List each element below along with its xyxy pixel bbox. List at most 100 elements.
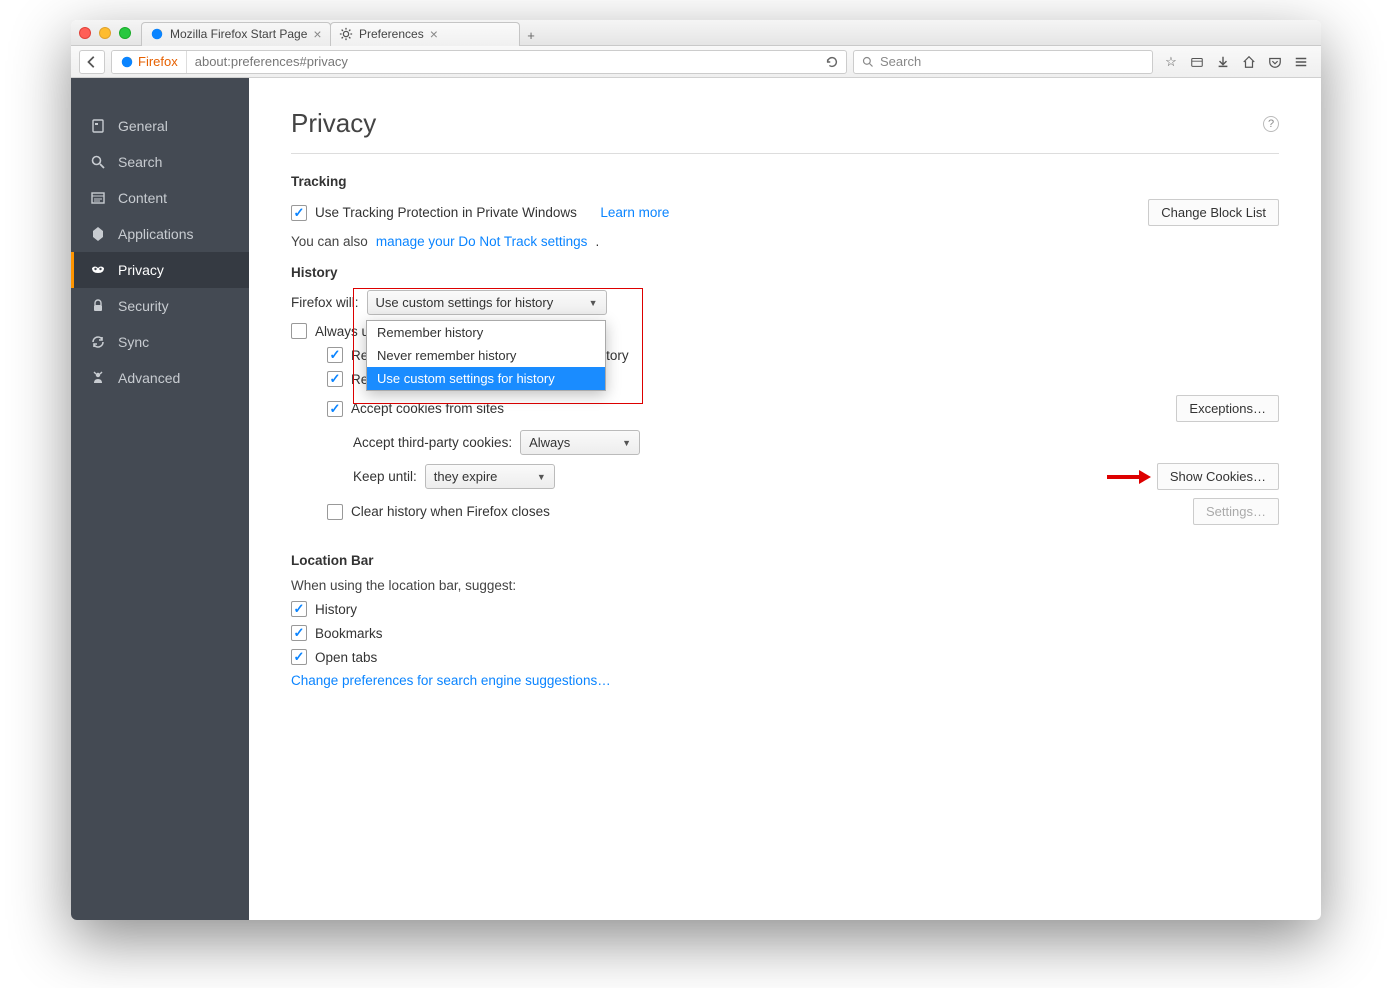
history-mode-select[interactable]: Use custom settings for history ▼ bbox=[367, 290, 607, 315]
sidebar-item-label: Search bbox=[118, 154, 162, 170]
pocket-icon[interactable] bbox=[1263, 50, 1287, 74]
suggest-history-label: History bbox=[315, 602, 357, 617]
sync-icon bbox=[90, 334, 106, 350]
sidebar-item-content[interactable]: Content bbox=[71, 180, 249, 216]
close-tab-icon[interactable]: × bbox=[313, 26, 321, 42]
sidebar-item-privacy[interactable]: Privacy bbox=[71, 252, 249, 288]
firefox-will-row: Firefox will: Use custom settings for hi… bbox=[291, 290, 1279, 315]
firefox-icon bbox=[120, 55, 134, 69]
tracking-heading: Tracking bbox=[291, 174, 1279, 189]
sidebar-item-label: Sync bbox=[118, 334, 149, 350]
suggest-open-tabs-checkbox[interactable] bbox=[291, 649, 307, 665]
sidebar-item-label: Applications bbox=[118, 226, 194, 242]
tab-label: Mozilla Firefox Start Page bbox=[170, 27, 307, 41]
nav-toolbar: Firefox about:preferences#privacy Search… bbox=[71, 46, 1321, 78]
change-search-prefs-row: Change preferences for search engine sug… bbox=[291, 673, 1279, 688]
tab-start-page[interactable]: Mozilla Firefox Start Page × bbox=[141, 22, 331, 46]
caret-down-icon: ▼ bbox=[622, 438, 631, 448]
history-mode-value: Use custom settings for history bbox=[376, 295, 554, 310]
always-private-checkbox[interactable] bbox=[291, 323, 307, 339]
location-bar-heading: Location Bar bbox=[291, 553, 1279, 568]
bookmark-star-icon[interactable]: ☆ bbox=[1159, 50, 1183, 74]
clear-on-close-row: Clear history when Firefox closes Settin… bbox=[327, 498, 1279, 525]
firefox-will-label: Firefox will: bbox=[291, 295, 359, 310]
lock-icon bbox=[90, 298, 106, 314]
history-mode-dropdown[interactable]: Remember history Never remember history … bbox=[366, 320, 606, 391]
suggest-open-tabs-label: Open tabs bbox=[315, 650, 377, 665]
reload-button[interactable] bbox=[818, 55, 846, 69]
learn-more-link[interactable]: Learn more bbox=[600, 205, 669, 220]
clear-settings-button[interactable]: Settings… bbox=[1193, 498, 1279, 525]
third-party-label: Accept third-party cookies: bbox=[353, 435, 512, 450]
sidebar-item-applications[interactable]: Applications bbox=[71, 216, 249, 252]
sidebar-item-search[interactable]: Search bbox=[71, 144, 249, 180]
dnt-link[interactable]: manage your Do Not Track settings bbox=[376, 234, 588, 249]
back-button[interactable] bbox=[79, 50, 105, 74]
accept-cookies-row: Accept cookies from sites Exceptions… bbox=[327, 395, 1279, 422]
suggest-bookmarks-checkbox[interactable] bbox=[291, 625, 307, 641]
close-window-button[interactable] bbox=[79, 27, 91, 39]
tab-preferences[interactable]: Preferences × bbox=[330, 22, 520, 46]
sidebar-item-general[interactable]: General bbox=[71, 108, 249, 144]
search-placeholder: Search bbox=[880, 54, 921, 69]
search-icon bbox=[862, 56, 874, 68]
privacy-mask-icon bbox=[90, 262, 106, 278]
search-bar[interactable]: Search bbox=[853, 50, 1153, 74]
third-party-row: Accept third-party cookies: Always ▼ bbox=[353, 430, 1279, 455]
third-party-value: Always bbox=[529, 435, 570, 450]
suggest-history-row: History bbox=[291, 601, 1279, 617]
url-bar[interactable]: Firefox about:preferences#privacy bbox=[111, 50, 847, 74]
downloads-icon[interactable] bbox=[1211, 50, 1235, 74]
suggest-history-checkbox[interactable] bbox=[291, 601, 307, 617]
help-icon[interactable]: ? bbox=[1263, 116, 1279, 132]
advanced-icon bbox=[90, 370, 106, 386]
gear-favicon-icon bbox=[339, 27, 353, 41]
sidebar-item-label: General bbox=[118, 118, 168, 134]
suggest-bookmarks-label: Bookmarks bbox=[315, 626, 383, 641]
change-block-list-button[interactable]: Change Block List bbox=[1148, 199, 1279, 226]
accept-cookies-checkbox[interactable] bbox=[327, 401, 343, 417]
remember-search-checkbox[interactable] bbox=[327, 371, 343, 387]
sidebar-item-label: Content bbox=[118, 190, 167, 206]
new-tab-button[interactable]: + bbox=[519, 26, 543, 46]
sidebar-item-advanced[interactable]: Advanced bbox=[71, 360, 249, 396]
exceptions-button[interactable]: Exceptions… bbox=[1176, 395, 1279, 422]
history-option-never[interactable]: Never remember history bbox=[367, 344, 605, 367]
url-text[interactable]: about:preferences#privacy bbox=[187, 54, 818, 69]
preferences-sidebar: General Search Content Applications Priv… bbox=[71, 78, 249, 920]
applications-icon bbox=[90, 226, 106, 242]
show-cookies-button[interactable]: Show Cookies… bbox=[1157, 463, 1279, 490]
home-icon[interactable] bbox=[1237, 50, 1261, 74]
titlebar: Mozilla Firefox Start Page × Preferences… bbox=[71, 20, 1321, 46]
library-icon[interactable] bbox=[1185, 50, 1209, 74]
history-option-custom[interactable]: Use custom settings for history bbox=[367, 367, 605, 390]
close-tab-icon[interactable]: × bbox=[430, 26, 438, 42]
sidebar-item-security[interactable]: Security bbox=[71, 288, 249, 324]
sidebar-item-sync[interactable]: Sync bbox=[71, 324, 249, 360]
content-area: General Search Content Applications Priv… bbox=[71, 78, 1321, 920]
menu-icon[interactable] bbox=[1289, 50, 1313, 74]
page-title: Privacy bbox=[291, 108, 376, 139]
history-heading: History bbox=[291, 265, 1279, 280]
sidebar-item-label: Privacy bbox=[118, 262, 164, 278]
suggest-bookmarks-row: Bookmarks bbox=[291, 625, 1279, 641]
minimize-window-button[interactable] bbox=[99, 27, 111, 39]
tab-strip: Mozilla Firefox Start Page × Preferences… bbox=[141, 20, 543, 46]
dnt-prefix: You can also bbox=[291, 234, 368, 249]
third-party-select[interactable]: Always ▼ bbox=[520, 430, 640, 455]
keep-until-row: Keep until: they expire ▼ Show Cookies… bbox=[353, 463, 1279, 490]
keep-until-select[interactable]: they expire ▼ bbox=[425, 464, 555, 489]
keep-until-value: they expire bbox=[434, 469, 498, 484]
firefox-favicon-icon bbox=[150, 27, 164, 41]
tracking-protection-checkbox[interactable] bbox=[291, 205, 307, 221]
tracking-row: Use Tracking Protection in Private Windo… bbox=[291, 199, 1279, 226]
remember-browsing-checkbox[interactable] bbox=[327, 347, 343, 363]
tab-label: Preferences bbox=[359, 27, 424, 41]
clear-on-close-checkbox[interactable] bbox=[327, 504, 343, 520]
identity-label: Firefox bbox=[138, 54, 178, 69]
zoom-window-button[interactable] bbox=[119, 27, 131, 39]
caret-down-icon: ▼ bbox=[537, 472, 546, 482]
change-search-prefs-link[interactable]: Change preferences for search engine sug… bbox=[291, 673, 611, 688]
identity-box[interactable]: Firefox bbox=[112, 51, 187, 73]
history-option-remember[interactable]: Remember history bbox=[367, 321, 605, 344]
